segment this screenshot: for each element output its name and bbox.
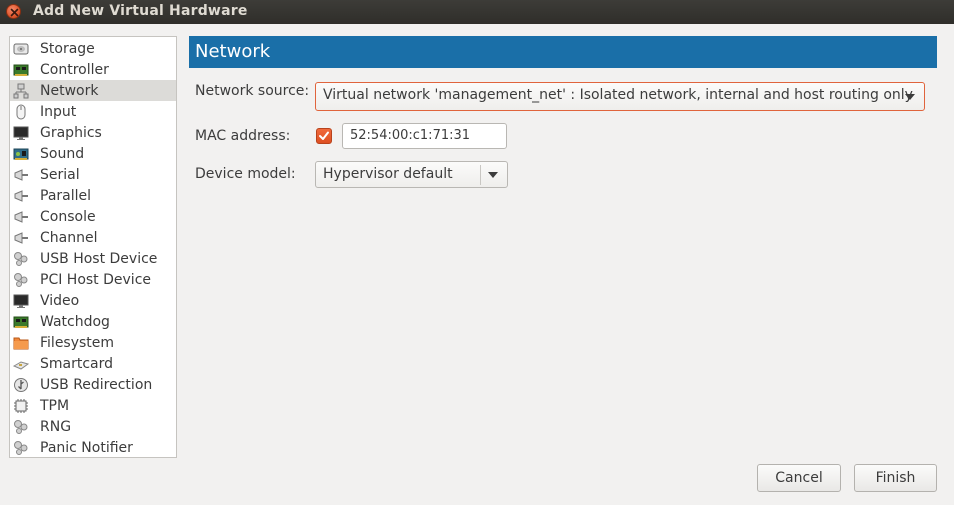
- sidebar-item-label: USB Host Device: [40, 250, 158, 267]
- sidebar-item-label: PCI Host Device: [40, 271, 152, 288]
- sidebar-item-label: RNG: [40, 418, 72, 435]
- console-port-icon: [14, 210, 28, 223]
- pci-host-icon: [14, 272, 28, 287]
- usb-host-icon: [14, 251, 28, 266]
- sidebar-item-label: Smartcard: [40, 355, 114, 372]
- close-icon[interactable]: [6, 4, 21, 19]
- sidebar-item-serial[interactable]: Serial: [10, 164, 176, 185]
- sidebar-item-graphics[interactable]: Graphics: [10, 122, 176, 143]
- sidebar-item-label: Sound: [40, 145, 85, 162]
- usb-redirection-icon: [14, 377, 28, 392]
- sidebar-item-label: Graphics: [40, 124, 102, 141]
- sidebar-item-filesystem[interactable]: Filesystem: [10, 332, 176, 353]
- hardware-type-list: Storage Controller Network Input Graphic…: [9, 36, 177, 458]
- chevron-down-icon: [488, 172, 498, 178]
- mac-address-field-box: [342, 123, 507, 149]
- monitor-icon: [13, 126, 29, 140]
- network-source-value: Virtual network 'management_net' : Isola…: [323, 87, 913, 103]
- mac-address-field[interactable]: [350, 128, 500, 143]
- sidebar-item-label: Input: [40, 103, 77, 120]
- channel-port-icon: [14, 231, 28, 244]
- device-model-value: Hypervisor default: [323, 166, 453, 182]
- mac-address-checkbox[interactable]: [316, 128, 332, 144]
- controller-icon: [13, 64, 29, 76]
- sidebar-item-channel[interactable]: Channel: [10, 227, 176, 248]
- sidebar-item-smartcard[interactable]: Smartcard: [10, 353, 176, 374]
- sidebar-item-label: Filesystem: [40, 334, 115, 351]
- serial-port-icon: [14, 168, 28, 181]
- sidebar-item-label: Storage: [40, 40, 95, 57]
- sidebar-item-label: Parallel: [40, 187, 92, 204]
- watchdog-icon: [13, 316, 29, 328]
- sidebar-item-label: Video: [40, 292, 80, 309]
- panel-header: Network: [189, 36, 937, 68]
- sidebar-item-label: Channel: [40, 229, 98, 246]
- device-model-label: Device model:: [195, 166, 296, 182]
- sidebar-item-tpm[interactable]: TPM: [10, 395, 176, 416]
- sidebar-item-parallel[interactable]: Parallel: [10, 185, 176, 206]
- sidebar-item-usb-redirection[interactable]: USB Redirection: [10, 374, 176, 395]
- sidebar-item-usb-host-device[interactable]: USB Host Device: [10, 248, 176, 269]
- sidebar-item-label: Network: [40, 82, 99, 99]
- sidebar-item-label: TPM: [40, 397, 70, 414]
- sidebar-item-pci-host-device[interactable]: PCI Host Device: [10, 269, 176, 290]
- title-bar: Add New Virtual Hardware: [0, 0, 954, 24]
- sidebar-item-label: USB Redirection: [40, 376, 153, 393]
- checkmark-icon: [319, 131, 329, 140]
- sidebar-item-controller[interactable]: Controller: [10, 59, 176, 80]
- finish-button[interactable]: Finish: [854, 464, 937, 492]
- mouse-icon: [16, 104, 26, 119]
- parallel-port-icon: [14, 189, 28, 202]
- sidebar-item-input[interactable]: Input: [10, 101, 176, 122]
- folder-icon: [13, 337, 29, 349]
- sidebar-item-console[interactable]: Console: [10, 206, 176, 227]
- device-model-dropdown[interactable]: Hypervisor default: [315, 161, 508, 188]
- sidebar-item-label: Watchdog: [40, 313, 110, 330]
- sidebar-item-watchdog[interactable]: Watchdog: [10, 311, 176, 332]
- sidebar-item-label: Serial: [40, 166, 80, 183]
- panic-notifier-icon: [14, 440, 28, 455]
- sidebar-item-label: Controller: [40, 61, 109, 78]
- network-icon: [13, 83, 29, 98]
- network-source-label: Network source:: [195, 83, 310, 99]
- monitor-icon: [13, 294, 29, 308]
- window-title: Add New Virtual Hardware: [33, 3, 248, 19]
- sidebar-item-sound[interactable]: Sound: [10, 143, 176, 164]
- sidebar-item-panic-notifier[interactable]: Panic Notifier: [10, 437, 176, 458]
- mac-address-label: MAC address:: [195, 128, 291, 144]
- network-source-dropdown[interactable]: Virtual network 'management_net' : Isola…: [315, 82, 925, 111]
- chevron-down-icon: [905, 94, 915, 100]
- sidebar-item-label: Console: [40, 208, 96, 225]
- storage-icon: [13, 43, 29, 54]
- cancel-button[interactable]: Cancel: [757, 464, 841, 492]
- sound-card-icon: [13, 148, 29, 160]
- sidebar-item-storage[interactable]: Storage: [10, 38, 176, 59]
- chip-icon: [14, 398, 28, 413]
- panel-title: Network: [195, 41, 271, 62]
- sidebar-item-rng[interactable]: RNG: [10, 416, 176, 437]
- dropdown-separator: [480, 165, 481, 185]
- rng-icon: [14, 419, 28, 434]
- smartcard-icon: [13, 360, 29, 370]
- sidebar-item-video[interactable]: Video: [10, 290, 176, 311]
- sidebar-item-network[interactable]: Network: [10, 80, 176, 101]
- sidebar-item-label: Panic Notifier: [40, 439, 133, 456]
